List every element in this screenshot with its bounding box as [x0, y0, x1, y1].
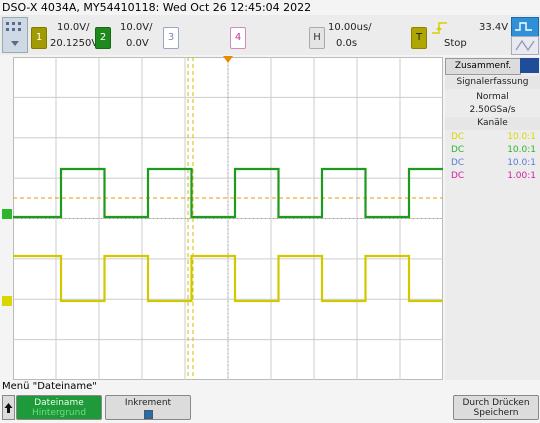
autoscale-icon [515, 22, 532, 31]
menu-title: Menü "Dateiname" [2, 381, 97, 392]
back-button[interactable] [2, 395, 15, 420]
acquisition-mode: Normal [476, 92, 509, 102]
channel-1-ground-marker [2, 296, 12, 306]
timebase-scale: 10.00us/ [328, 22, 372, 33]
channel-1-offset: 20.1250V [50, 38, 99, 49]
channel-row: DC 10.0:1 [451, 132, 536, 142]
autoscale-button[interactable] [511, 17, 539, 37]
measure-button[interactable] [511, 36, 539, 55]
trigger-position-marker [223, 56, 233, 63]
waveform-svg [13, 57, 443, 380]
channel-row: DC 10.0:1 [451, 145, 536, 155]
channel-row: DC 1.00:1 [451, 171, 536, 181]
trigger-edge-icon [432, 22, 447, 34]
up-arrow-icon [4, 403, 13, 413]
channel-2-scale: 10.0V/ [120, 22, 153, 33]
increment-checkbox[interactable] [143, 410, 153, 419]
sample-rate: 2.50GSa/s [469, 105, 516, 115]
control-bar [0, 15, 540, 55]
channel-2-button[interactable]: 2 [95, 27, 111, 49]
timebase-delay: 0.0s [336, 38, 358, 49]
gridlines [13, 57, 443, 380]
channel-1-button[interactable]: 1 [31, 27, 47, 49]
acquisition-header: Signalerfassung [445, 76, 540, 89]
side-panel: Zusammenf. Signalerfassung Normal 2.50GS… [445, 57, 540, 380]
home-menu-button[interactable] [2, 17, 28, 53]
filename-button[interactable]: Dateiname Hintergrund [16, 395, 102, 420]
channel-4-button[interactable]: 4 [230, 27, 246, 49]
channels-header: Kanäle [445, 117, 540, 130]
press-to-save-button[interactable]: Durch Drücken Speichern [453, 395, 539, 420]
increment-button[interactable]: Inkrement [105, 395, 191, 420]
window-title: DSO-X 4034A, MY54410118: Wed Oct 26 12:4… [2, 1, 312, 14]
channel-1-scale: 10.0V/ [57, 22, 90, 33]
grid-icon [6, 22, 21, 46]
trigger-button[interactable]: T [411, 27, 427, 49]
channel-3-button[interactable]: 3 [163, 27, 179, 49]
trigger-level: 33.4V [479, 22, 509, 33]
horizontal-button[interactable]: H [309, 27, 325, 49]
measure-icon [515, 39, 535, 52]
channel-2-ground-marker [2, 209, 12, 219]
tab-summary[interactable]: Zusammenf. [445, 58, 521, 75]
channel-2-offset: 0.0V [126, 38, 149, 49]
tab-expand[interactable] [520, 58, 539, 73]
channel-row: DC 10.0:1 [451, 158, 536, 168]
waveform-display[interactable] [13, 57, 443, 380]
run-state: Stop [444, 38, 467, 49]
